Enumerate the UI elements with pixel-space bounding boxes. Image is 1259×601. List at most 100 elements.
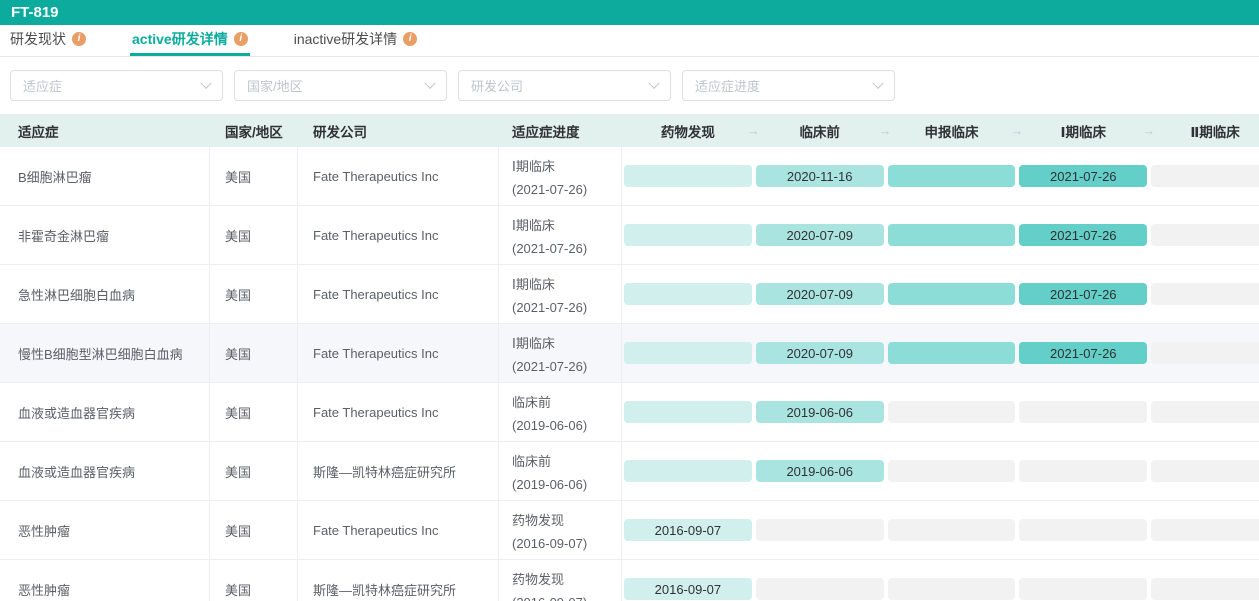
stage-bar-filled: 2020-07-09 [756,342,884,364]
progress-filter-select[interactable]: 适应症进度 [682,70,895,101]
stage-gantt: 2020-07-09 2021-07-26 [622,206,1259,264]
stage-cell: 2020-07-09 [754,224,886,246]
stage-bar-empty [888,460,1016,482]
stage-cell [886,224,1018,246]
table-row[interactable]: B细胞淋巴瘤 美国 Fate Therapeutics Inc Ⅰ期临床 (20… [0,147,1259,206]
stage-cell [622,401,754,423]
stage-bar-filled: 2021-07-26 [1019,165,1147,187]
stage-bar-empty [888,519,1016,541]
company-filter-select[interactable]: 研发公司 [458,70,671,101]
chevron-down-icon [648,77,659,88]
region-cell: 美国 [210,206,298,264]
chevron-down-icon [872,77,883,88]
stage-column-header: 药物发现→ [622,121,754,141]
table-row[interactable]: 非霍奇金淋巴瘤 美国 Fate Therapeutics Inc Ⅰ期临床 (2… [0,206,1259,265]
company-cell: 斯隆—凯特林癌症研究所 [298,560,499,601]
stage-gantt: 2020-11-162021-07-26 [622,147,1259,205]
info-icon[interactable]: i [72,32,86,46]
stage-cell: 2019-06-06 [754,401,886,423]
company-cell: Fate Therapeutics Inc [298,206,499,264]
stage-cell [754,578,886,600]
stage-cell [1017,578,1149,600]
stage-cell: 2020-07-09 [754,342,886,364]
stage-column-label: 申报临床 [924,121,978,141]
region-filter-select[interactable]: 国家/地区 [234,70,447,101]
progress-date: (2019-06-06) [512,477,587,492]
stage-bar-filled: 2021-07-26 [1019,342,1147,364]
stage-bar-empty [1151,401,1259,423]
table-row[interactable]: 恶性肿瘤 美国 斯隆—凯特林癌症研究所 药物发现 (2016-09-07) 20… [0,560,1259,601]
stage-cell [622,460,754,482]
progress-stage: Ⅰ期临床 [512,333,555,352]
stage-column-header: 临床前→ [754,121,886,141]
col-header-region: 国家/地区 [210,121,298,141]
region-cell: 美国 [210,442,298,500]
progress-cell: 临床前 (2019-06-06) [499,383,622,441]
stage-bar-empty [1019,519,1147,541]
select-placeholder: 适应症进度 [695,76,760,95]
table-row[interactable]: 血液或造血器官疾病 美国 斯隆—凯特林癌症研究所 临床前 (2019-06-06… [0,442,1259,501]
tab-active-rd-details[interactable]: active研发详情 i [130,25,250,56]
stage-cell: 2021-07-26 [1017,165,1149,187]
progress-date: (2021-07-26) [512,300,587,315]
tab-label: 研发现状 [10,29,66,49]
company-cell: Fate Therapeutics Inc [298,501,499,559]
stage-bar-filled [624,460,752,482]
indication-cell: 非霍奇金淋巴瘤 [0,206,210,264]
stage-cell: 2020-07-09 [754,283,886,305]
progress-date: (2016-09-07) [512,595,587,601]
progress-cell: Ⅰ期临床 (2021-07-26) [499,147,622,205]
stage-cell [1017,519,1149,541]
stage-bar-empty [1151,519,1259,541]
indication-cell: 血液或造血器官疾病 [0,383,210,441]
region-cell: 美国 [210,383,298,441]
table-row[interactable]: 血液或造血器官疾病 美国 Fate Therapeutics Inc 临床前 (… [0,383,1259,442]
company-cell: Fate Therapeutics Inc [298,324,499,382]
stage-bar-empty [1019,578,1147,600]
progress-stage: Ⅰ期临床 [512,274,555,293]
stage-bar-filled: 2021-07-26 [1019,224,1147,246]
stage-bar-empty [1019,460,1147,482]
progress-stage: 临床前 [512,451,551,470]
table-body: B细胞淋巴瘤 美国 Fate Therapeutics Inc Ⅰ期临床 (20… [0,147,1259,601]
info-icon[interactable]: i [234,32,248,46]
indication-cell: 慢性B细胞型淋巴细胞白血病 [0,324,210,382]
progress-cell: 药物发现 (2016-09-07) [499,501,622,559]
stage-gantt: 2019-06-06 [622,442,1259,500]
stage-cell: 2019-06-06 [754,460,886,482]
stage-cell [1017,460,1149,482]
stage-bar-empty [756,578,884,600]
region-cell: 美国 [210,147,298,205]
indication-filter-select[interactable]: 适应症 [10,70,223,101]
stage-bar-filled: 2016-09-07 [624,519,752,541]
progress-date: (2021-07-26) [512,241,587,256]
table-row[interactable]: 慢性B细胞型淋巴细胞白血病 美国 Fate Therapeutics Inc Ⅰ… [0,324,1259,383]
tab-inactive-rd-details[interactable]: inactive研发详情 i [292,25,419,56]
stage-bar-filled [888,283,1016,305]
stage-cell [886,519,1018,541]
stage-gantt: 2016-09-07 [622,560,1259,601]
region-cell: 美国 [210,265,298,323]
indication-cell: 恶性肿瘤 [0,501,210,559]
stage-cell [1149,283,1259,305]
stage-bar-empty [1019,401,1147,423]
stage-bar-empty [1151,224,1259,246]
table-row[interactable]: 急性淋巴细胞白血病 美国 Fate Therapeutics Inc Ⅰ期临床 … [0,265,1259,324]
table-row[interactable]: 恶性肿瘤 美国 Fate Therapeutics Inc 药物发现 (2016… [0,501,1259,560]
stage-gantt: 2016-09-07 [622,501,1259,559]
info-icon[interactable]: i [403,32,417,46]
stage-column-label: Ⅱ期临床 [1190,121,1239,141]
stage-bar-empty [756,519,884,541]
stage-bar-filled: 2016-09-07 [624,578,752,600]
stage-cell [622,342,754,364]
progress-cell: 药物发现 (2016-09-07) [499,560,622,601]
stage-bar-empty [1151,578,1259,600]
filter-bar: 适应症 国家/地区 研发公司 适应症进度 [0,57,1259,114]
tab-rd-status[interactable]: 研发现状 i [8,25,88,56]
stage-cell [1149,401,1259,423]
stage-cell [886,401,1018,423]
tab-label: active研发详情 [132,29,228,49]
stage-bar-filled: 2019-06-06 [756,460,884,482]
stage-column-label: Ⅰ期临床 [1061,121,1107,141]
indication-cell: 血液或造血器官疾病 [0,442,210,500]
